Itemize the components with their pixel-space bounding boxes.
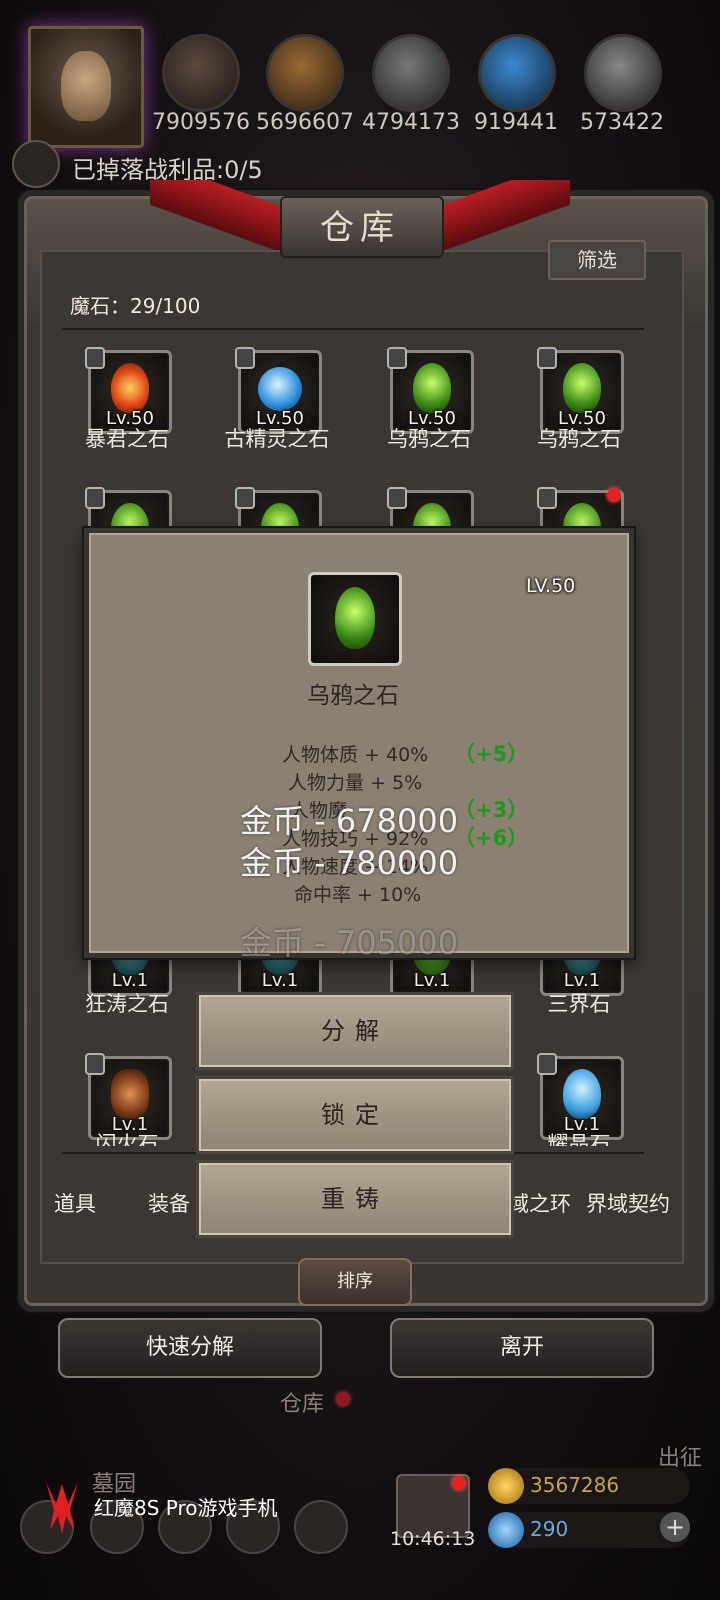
gold-cost-float: 金币 - 705000 <box>240 924 459 962</box>
warehouse-tab-label[interactable]: 仓库 <box>280 1386 324 1418</box>
green-gem-icon <box>413 363 451 413</box>
gold-amount: 3567286 <box>530 1473 620 1497</box>
lock-button[interactable]: 锁定 <box>196 1076 514 1154</box>
item-name: 耀晶石 <box>547 1132 611 1146</box>
clock: 10:46:13 <box>390 1528 476 1550</box>
lock-icon <box>387 347 407 369</box>
item-slot[interactable]: Lv.50 <box>537 347 624 434</box>
notification-dot <box>336 1392 350 1406</box>
resource-value-4: 919441 <box>474 110 558 135</box>
gold-cost-float: 金币 - 678000 <box>240 802 459 840</box>
stat-bonus: （+5） <box>454 742 529 766</box>
item-name: 乌鸦之石 <box>387 427 471 451</box>
item-slot[interactable]: Lv.50 <box>235 347 322 434</box>
resource-value-3: 4794173 <box>362 110 460 135</box>
green-gem-icon <box>563 363 601 413</box>
resource-value-1: 7909576 <box>152 110 250 135</box>
lock-icon <box>537 347 557 369</box>
red-magic-logo-icon <box>46 1482 78 1534</box>
lock-icon <box>235 347 255 369</box>
green-gem-icon <box>335 587 375 649</box>
player-portrait[interactable] <box>28 26 144 148</box>
recast-button[interactable]: 重铸 <box>196 1160 514 1238</box>
panel-title: 仓库 <box>320 208 400 248</box>
gold-cost-float: 金币 - 780000 <box>240 844 459 882</box>
gold-coin-icon <box>488 1468 524 1504</box>
stat-line: 人物体质 + 40% <box>282 744 429 766</box>
lock-icon <box>537 487 557 509</box>
popup-level: LV.50 <box>526 575 576 597</box>
resource-icon-wood <box>266 34 344 112</box>
item-name: 古精灵之石 <box>224 427 330 451</box>
decompose-button[interactable]: 分解 <box>196 992 514 1070</box>
notification-dot <box>607 488 621 502</box>
notification-dot <box>452 1476 466 1490</box>
device-watermark: 红魔8S Pro游戏手机 <box>94 1496 278 1520</box>
ice-gem-icon <box>563 1069 601 1119</box>
rock-gem-icon <box>111 1069 149 1119</box>
item-slot[interactable]: Lv.50 <box>387 347 474 434</box>
stat-line: 命中率 + 10% <box>294 884 422 906</box>
lock-icon <box>85 487 105 509</box>
leave-button[interactable]: 离开 <box>390 1318 654 1378</box>
stat-line: 人物力量 + 5% <box>288 772 423 794</box>
popup-item-slot <box>308 572 402 666</box>
tab-realm-contract[interactable]: 界域契约 <box>586 1188 670 1218</box>
divider <box>62 328 644 330</box>
scroll-icon <box>12 140 60 188</box>
popup-item-name: 乌鸦之石 <box>307 683 399 709</box>
filter-button[interactable]: 筛选 <box>548 240 646 280</box>
resource-icon-1 <box>162 34 240 112</box>
resource-icon-crystal <box>478 34 556 112</box>
menu-button[interactable] <box>294 1500 348 1554</box>
fire-gem-icon <box>111 363 149 413</box>
item-name: 暴君之石 <box>85 427 169 451</box>
item-name: 乌鸦之石 <box>537 427 621 451</box>
lock-icon <box>85 347 105 369</box>
lock-icon <box>387 487 407 509</box>
stat-bonus: （+6） <box>454 826 529 850</box>
sort-button[interactable]: 排序 <box>298 1258 412 1306</box>
tab-equipment[interactable]: 装备 <box>148 1188 190 1218</box>
resource-icon-iron <box>372 34 450 112</box>
add-currency-button[interactable]: + <box>660 1512 690 1542</box>
lock-icon <box>235 487 255 509</box>
item-slot[interactable]: Lv.50 <box>85 347 172 434</box>
quick-decompose-button[interactable]: 快速分解 <box>58 1318 322 1378</box>
item-name: 闪火石 <box>95 1132 159 1146</box>
lock-icon <box>537 1053 557 1075</box>
tab-domain-ring[interactable]: 域之环 <box>508 1188 571 1218</box>
gem-amount: 290 <box>530 1517 569 1541</box>
lock-icon <box>85 1053 105 1075</box>
blue-orb-icon <box>258 367 302 411</box>
resource-icon-steel <box>584 34 662 112</box>
stone-count: 魔石：29/100 <box>70 294 201 318</box>
resource-value-5: 573422 <box>580 110 664 135</box>
blue-gem-icon <box>488 1512 524 1548</box>
stat-bonus: （+3） <box>454 798 529 822</box>
tab-items[interactable]: 道具 <box>54 1188 96 1218</box>
resource-value-2: 5696607 <box>256 110 354 135</box>
item-name: 狂涛之石 <box>85 992 169 1016</box>
item-name: 三界石 <box>547 992 611 1016</box>
